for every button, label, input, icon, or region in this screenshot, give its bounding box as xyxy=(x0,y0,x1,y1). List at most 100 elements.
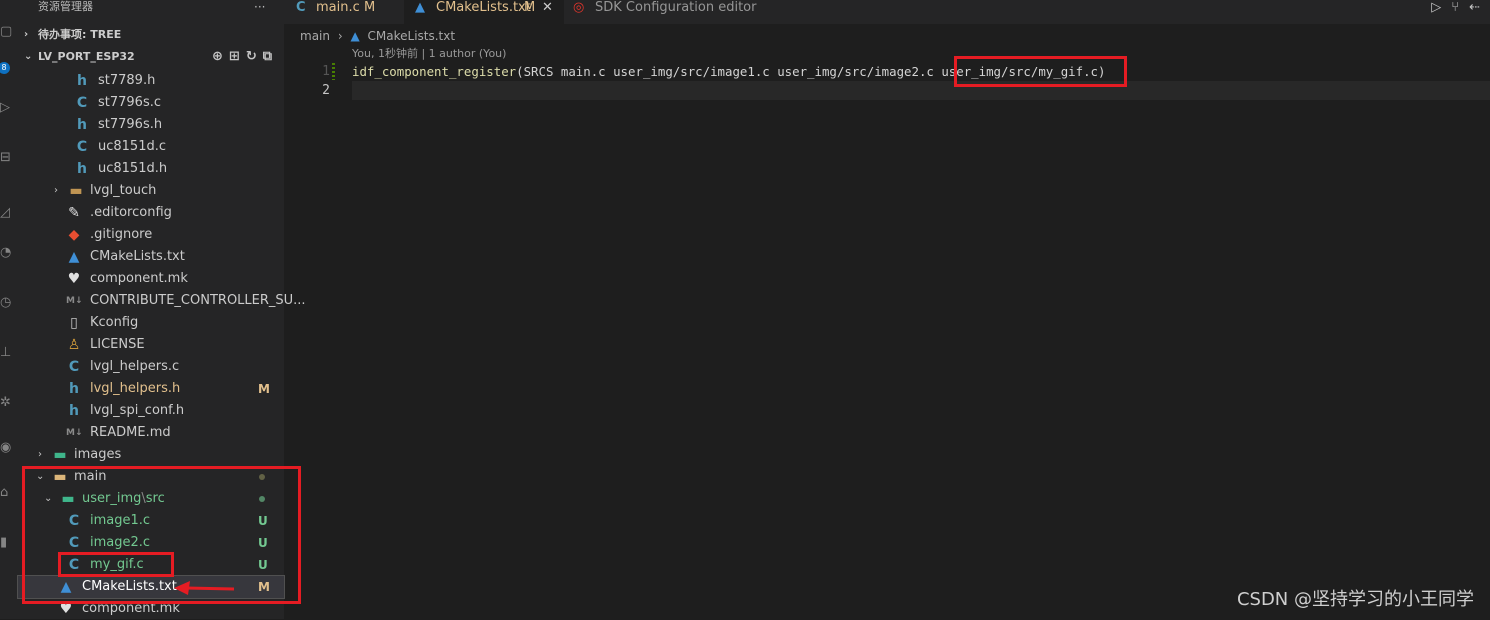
test-icon[interactable]: ⌂ xyxy=(0,485,18,501)
tree-item[interactable]: › ▬ lvgl_touch xyxy=(18,180,284,202)
broadcast-icon[interactable]: ◉ xyxy=(0,440,18,456)
split-editor-icon[interactable]: ⑂ xyxy=(1451,0,1469,15)
tree-item-label: lvgl_spi_conf.h xyxy=(90,403,185,418)
current-line-highlight xyxy=(352,81,1490,100)
c-file-icon: C xyxy=(68,359,80,375)
cmake-icon: ▲ xyxy=(350,29,360,43)
breadcrumb-file[interactable]: CMakeLists.txt xyxy=(368,29,456,43)
tab-label: main.c xyxy=(316,0,360,15)
tab-label: CMakeLists.txt xyxy=(436,0,531,15)
tree-item-label: uc8151d.c xyxy=(98,139,167,154)
c-file-icon: C xyxy=(76,139,88,155)
git-change-marker xyxy=(332,63,335,80)
tree-item-label: README.md xyxy=(90,425,171,440)
tree-item[interactable]: › ▬ images xyxy=(18,444,284,466)
source-control-icon[interactable]: ⊥ xyxy=(0,345,18,361)
run-icon[interactable]: ▷ xyxy=(1431,0,1451,15)
annotation-arrow-icon xyxy=(174,581,235,595)
files-icon[interactable]: ▢ xyxy=(0,24,18,40)
activity-bar: ▢ 8 ▷ ⊟ ◿ ◔ ◷ ⊥ ✲ ◉ ⌂ ▮ xyxy=(0,0,18,619)
chevron-right-icon: › xyxy=(38,449,42,460)
c-file-icon: C xyxy=(76,95,88,111)
tree-item[interactable]: h st7789.h xyxy=(18,70,284,92)
clock-icon[interactable]: ◷ xyxy=(0,295,18,311)
tab-sdk-config[interactable]: ◎ SDK Configuration editor xyxy=(564,0,766,24)
tree-item[interactable]: h st7796s.h xyxy=(18,114,284,136)
editor-tab-bar: C main.c M ▲ CMakeLists.txt M ✕ ◎ SDK Co… xyxy=(284,0,1490,24)
tree-item[interactable]: ♥ component.mk xyxy=(18,268,284,290)
watermark: CSDN @坚持学习的小王同学 xyxy=(1236,589,1474,610)
editor-toolbar: ▷⑂⇠ xyxy=(1431,0,1490,16)
espressif-icon: ◎ xyxy=(573,0,585,15)
tree-item-label: uc8151d.h xyxy=(98,161,168,176)
tree-item-label: CMakeLists.txt xyxy=(90,249,185,264)
explorer-actions-icons[interactable]: ⊕⊞↻⧉ xyxy=(212,46,278,68)
tree-item-label: lvgl_helpers.c xyxy=(90,359,180,374)
tab-status: M xyxy=(364,0,376,15)
git-status-badge: M xyxy=(258,382,270,396)
h-file-icon: h xyxy=(77,161,87,177)
tree-item-label: LICENSE xyxy=(90,337,145,352)
annotation-box-my-gif-src xyxy=(954,56,1127,87)
close-icon[interactable]: ✕ xyxy=(542,0,553,16)
todo-section-header[interactable]: › 待办事项: TREE xyxy=(18,24,284,46)
flask-icon[interactable]: ◿ xyxy=(0,205,18,221)
more-actions-icon[interactable]: ··· xyxy=(254,0,265,14)
tree-item-label: lvgl_touch xyxy=(90,183,157,198)
extensions-icon[interactable]: ⊟ xyxy=(0,150,18,166)
h-file-icon: h xyxy=(69,381,79,397)
panel-icon[interactable]: ▮ xyxy=(0,535,18,551)
tab-cmakelists[interactable]: ▲ CMakeLists.txt M ✕ xyxy=(405,0,563,24)
license-icon: ♙ xyxy=(67,337,81,353)
more-icon[interactable]: ⇠ xyxy=(1469,0,1490,15)
tab-main-c[interactable]: C main.c M xyxy=(284,0,404,24)
codelens-blame[interactable]: You, 1秒钟前 | 1 author (You) xyxy=(352,47,506,61)
tab-status: M xyxy=(524,0,536,15)
remote-icon[interactable]: ◔ xyxy=(0,245,18,261)
tree-item[interactable]: C lvgl_helpers.c xyxy=(18,356,284,378)
tree-item[interactable]: ✎ .editorconfig xyxy=(18,202,284,224)
c-file-icon: C xyxy=(296,0,306,15)
project-section-header[interactable]: ⌄ LV_PORT_ESP32 ⊕⊞↻⧉ xyxy=(18,46,284,68)
badge-count: 8 xyxy=(0,62,10,74)
tree-item[interactable]: h lvgl_spi_conf.h xyxy=(18,400,284,422)
tree-item-label: images xyxy=(74,447,122,462)
tree-item[interactable]: C st7796s.c xyxy=(18,92,284,114)
tree-item[interactable]: ♙ LICENSE xyxy=(18,334,284,356)
explorer-title: 资源管理器 xyxy=(38,0,93,13)
code-function: idf_component_register xyxy=(352,64,517,79)
folder-images-icon: ▬ xyxy=(53,447,67,463)
markdown-icon: M↓ xyxy=(66,428,83,438)
tree-item[interactable]: ▯ Kconfig xyxy=(18,312,284,334)
tree-item[interactable]: ◆ .gitignore xyxy=(18,224,284,246)
tree-item[interactable]: M↓ README.md xyxy=(18,422,284,444)
h-file-icon: h xyxy=(77,73,87,89)
tree-item[interactable]: ▲ CMakeLists.txt xyxy=(18,246,284,268)
project-section-label: LV_PORT_ESP32 xyxy=(38,50,135,63)
cmake-icon: ▲ xyxy=(415,0,425,15)
tree-item[interactable]: C uc8151d.c xyxy=(18,136,284,158)
chevron-down-icon: ⌄ xyxy=(24,51,33,62)
cmake-icon: ▲ xyxy=(68,249,80,265)
folder-icon: ▬ xyxy=(69,183,83,199)
gear-icon[interactable]: ✲ xyxy=(0,395,18,411)
h-file-icon: h xyxy=(69,403,79,419)
tree-item-label: st7796s.c xyxy=(98,95,162,110)
breadcrumb: main › ▲ CMakeLists.txt xyxy=(300,26,455,46)
tree-item[interactable]: h uc8151d.h xyxy=(18,158,284,180)
run-debug-icon[interactable]: ▷ xyxy=(0,100,18,116)
tree-item-label: component.mk xyxy=(90,271,188,286)
todo-section-label: 待办事项: TREE xyxy=(38,28,122,41)
chevron-right-icon: › xyxy=(337,29,343,43)
annotation-box-main-folder xyxy=(22,466,301,604)
tree-item[interactable]: M↓ CONTRIBUTE_CONTROLLER_SU... xyxy=(18,290,306,312)
markdown-icon: M↓ xyxy=(66,296,83,306)
file-icon: ▯ xyxy=(70,315,78,331)
tree-item-label: lvgl_helpers.h xyxy=(90,381,181,396)
git-icon: ◆ xyxy=(68,227,80,243)
tree-item[interactable]: h lvgl_helpers.h M xyxy=(18,378,284,400)
tree-item-label: st7796s.h xyxy=(98,117,163,132)
tree-item-label: .gitignore xyxy=(90,227,153,242)
tree-item-label: st7789.h xyxy=(98,73,156,88)
breadcrumb-folder[interactable]: main xyxy=(300,29,330,43)
